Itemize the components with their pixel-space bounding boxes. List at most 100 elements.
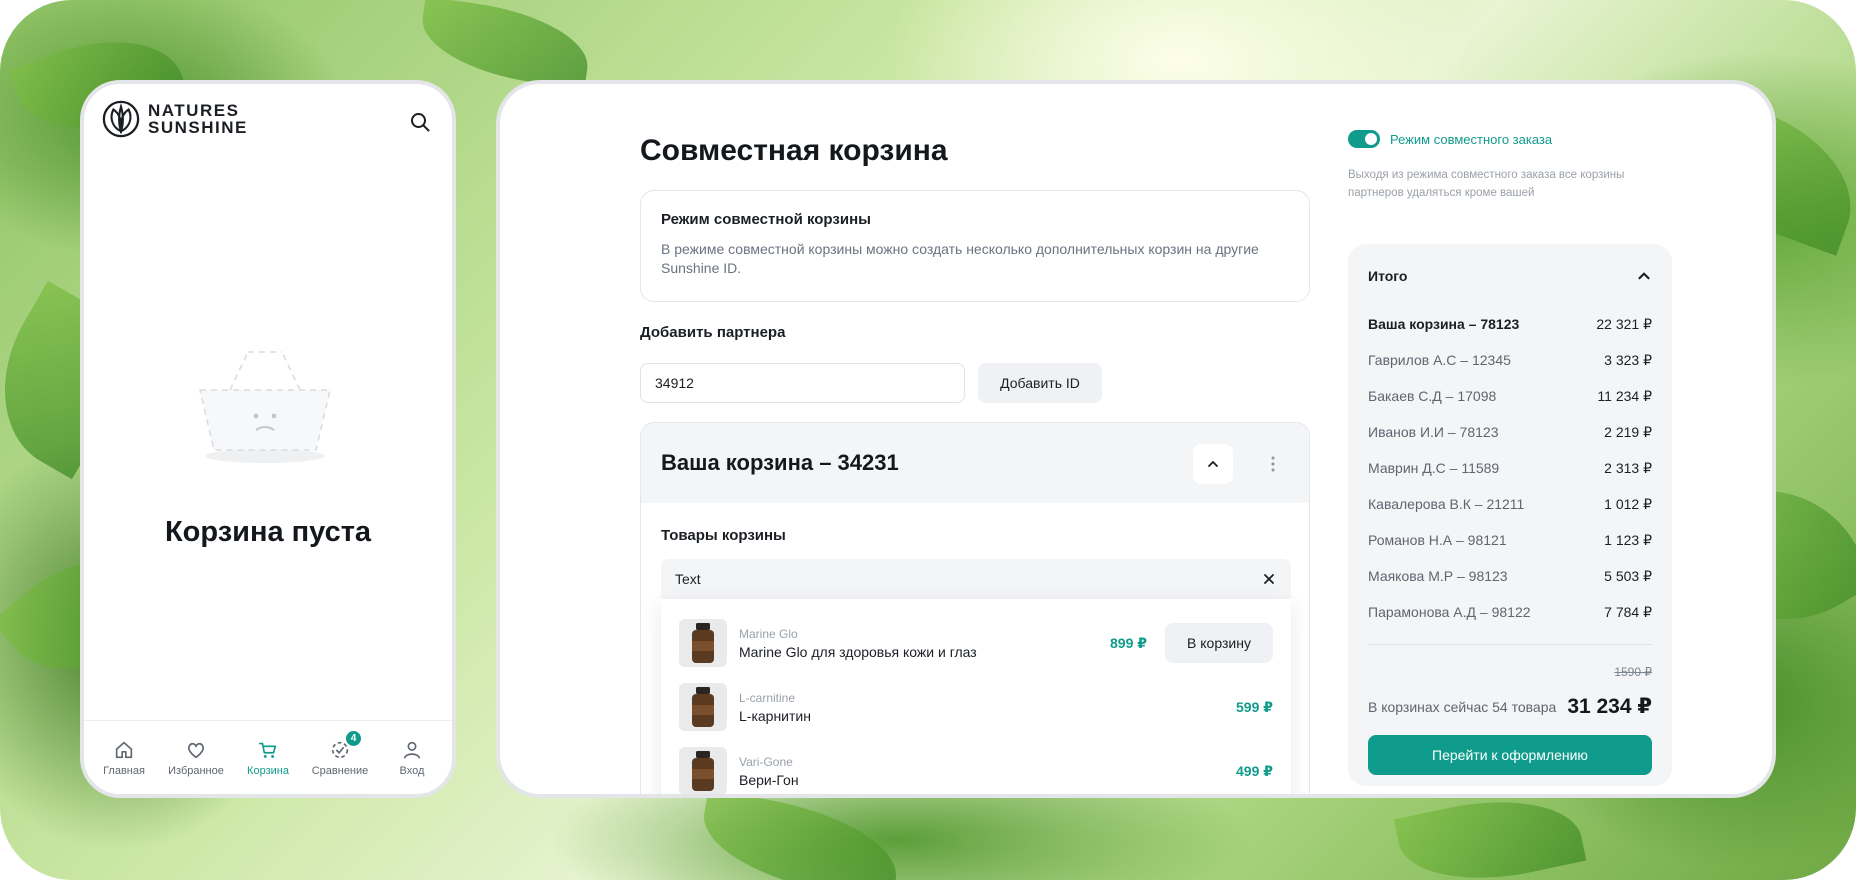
empty-cart-title: Корзина пуста — [164, 516, 372, 548]
joint-order-hint: Выходя из режима совместного заказа все … — [1348, 169, 1625, 199]
product-price: 899 ₽ — [1110, 634, 1147, 651]
brand-line-1: NATURES — [148, 101, 240, 120]
checkout-button[interactable]: Перейти к оформлению — [1368, 735, 1652, 775]
summary-amount: 5 503 ₽ — [1604, 567, 1652, 584]
search-results-dropdown: Marine Glo Marine Glo для здоровья кожи … — [661, 599, 1291, 794]
cart-header: Ваша корзина – 34231 — [641, 423, 1309, 503]
summary-name: Романов Н.А – 98121 — [1368, 532, 1507, 548]
tab-label: Избранное — [168, 764, 224, 777]
summary-row: Гаврилов А.С – 12345 3 323 ₽ — [1368, 342, 1652, 378]
empty-basket-icon — [198, 351, 332, 463]
product-search-input[interactable]: Text — [661, 559, 1291, 599]
joint-order-label: Режим совместного заказа — [1390, 131, 1553, 147]
add-id-button[interactable]: Добавить ID — [978, 363, 1102, 403]
summary-amount: 1 012 ₽ — [1604, 495, 1652, 512]
cart-icon — [258, 742, 277, 758]
product-image — [679, 747, 727, 794]
summary-row: Парамонова А.Д – 98122 7 784 ₽ — [1368, 594, 1652, 630]
search-icon[interactable] — [410, 112, 430, 132]
cart-goods-label: Товары корзины — [661, 527, 786, 544]
product-brand: L-carnitine — [739, 690, 796, 705]
product-brand: Vari-Gone — [739, 754, 793, 769]
leaf-decoration — [694, 789, 906, 880]
summary-amount: 7 784 ₽ — [1604, 603, 1652, 620]
summary-name: Маврин Д.С – 11589 — [1368, 460, 1500, 476]
summary-row: Бакаев С.Д – 17098 11 234 ₽ — [1368, 378, 1652, 414]
summary-amount: 2 313 ₽ — [1604, 459, 1652, 476]
order-summary: Итого Ваша корзина – 78123 22 321 ₽ Гавр… — [1348, 244, 1672, 786]
info-card: Режим совместной корзины В режиме совмес… — [640, 190, 1310, 302]
joint-order-toggle[interactable]: Режим совместного заказа — [1348, 130, 1552, 148]
mobile-screen: NATURES SUNSHINE Корзина пуста Главная И… — [80, 80, 456, 798]
summary-divider — [1368, 644, 1652, 645]
collapse-cart-button[interactable] — [1193, 444, 1233, 484]
partner-id-input[interactable] — [640, 363, 965, 403]
product-row[interactable]: Marine Glo Marine Glo для здоровья кожи … — [661, 611, 1291, 675]
summary-name: Иванов И.И – 78123 — [1368, 424, 1499, 440]
summary-amount: 3 323 ₽ — [1604, 351, 1652, 368]
old-price: 1590 ₽ — [1614, 665, 1652, 679]
summary-amount: 22 321 ₽ — [1596, 315, 1652, 332]
add-partner-label: Добавить партнера — [640, 324, 786, 341]
summary-list: Ваша корзина – 78123 22 321 ₽ Гаврилов А… — [1368, 306, 1652, 630]
tab-home[interactable]: Главная — [88, 739, 160, 777]
bottom-tab-bar: Главная Избранное Корзина 4 Сравнение Вх… — [84, 720, 452, 794]
chevron-up-icon[interactable] — [1636, 268, 1652, 284]
brand-wordmark: NATURES SUNSHINE — [148, 102, 248, 136]
product-name: Marine Glo для здоровья кожи и глаз — [739, 643, 977, 660]
compare-count-badge: 4 — [346, 730, 361, 746]
summary-row: Маврин Д.С – 11589 2 313 ₽ — [1368, 450, 1652, 486]
brand-line-2: SUNSHINE — [148, 118, 248, 137]
main-column: Совместная корзина Режим совместной корз… — [640, 84, 1310, 794]
total-sum: 31 234 ₽ — [1567, 695, 1652, 718]
more-vertical-icon — [1271, 456, 1275, 472]
product-name: Вери-Гон — [739, 771, 799, 788]
summary-header[interactable]: Итого — [1368, 266, 1652, 286]
product-price: 599 ₽ — [1236, 698, 1273, 715]
summary-name: Парамонова А.Д – 98122 — [1368, 604, 1531, 620]
chevron-up-icon — [1208, 460, 1218, 467]
summary-row: Ваша корзина – 78123 22 321 ₽ — [1368, 306, 1652, 342]
summary-name: Кавалерова В.К – 21211 — [1368, 496, 1525, 512]
product-row[interactable]: L-carnitine L-карнитин 599 ₽ — [661, 675, 1291, 739]
heart-icon — [187, 742, 205, 758]
tab-label: Главная — [103, 764, 145, 777]
product-brand: Marine Glo — [739, 626, 798, 641]
clear-icon[interactable] — [1261, 571, 1277, 587]
product-name: L-карнитин — [739, 707, 811, 724]
product-info: Marine Glo Marine Glo для здоровья кожи … — [739, 627, 1098, 660]
home-icon — [115, 741, 133, 758]
brand-logo[interactable]: NATURES SUNSHINE — [102, 100, 248, 138]
toggle-switch[interactable] — [1348, 130, 1380, 148]
close-icon — [1264, 574, 1274, 584]
search-value: Text — [675, 571, 701, 587]
mobile-header: NATURES SUNSHINE — [84, 84, 452, 154]
tab-compare[interactable]: 4 Сравнение — [304, 730, 376, 777]
items-count-text: В корзинах сейчас 54 товара — [1368, 699, 1557, 715]
product-price: 499 ₽ — [1236, 762, 1273, 779]
product-image — [679, 683, 727, 731]
tab-login[interactable]: Вход — [376, 739, 448, 777]
tab-favorites[interactable]: Избранное — [160, 739, 232, 777]
summary-row: Романов Н.А – 98121 1 123 ₽ — [1368, 522, 1652, 558]
user-icon — [403, 741, 421, 759]
desktop-screen: Совместная корзина Режим совместной корз… — [496, 80, 1776, 798]
summary-amount: 2 219 ₽ — [1604, 423, 1652, 440]
side-column: Режим совместного заказа Выходя из режим… — [1348, 84, 1672, 794]
page-title: Совместная корзина — [640, 134, 948, 167]
summary-name: Гаврилов А.С – 12345 — [1368, 352, 1511, 368]
product-row[interactable]: Vari-Gone Вери-Гон 499 ₽ — [661, 739, 1291, 794]
total-row: 1590 ₽ В корзинах сейчас 54 товара 31 23… — [1368, 665, 1652, 721]
summary-row: Кавалерова В.К – 21211 1 012 ₽ — [1368, 486, 1652, 522]
cart-title: Ваша корзина – 34231 — [661, 450, 899, 475]
bottle-icon — [692, 623, 714, 663]
product-info: L-carnitine L-карнитин — [739, 691, 1224, 724]
summary-amount: 1 123 ₽ — [1604, 531, 1652, 548]
summary-name: Ваша корзина – 78123 — [1368, 316, 1520, 332]
add-to-cart-button[interactable]: В корзину — [1165, 623, 1273, 663]
tab-cart[interactable]: Корзина — [232, 739, 304, 777]
cart-menu-button[interactable] — [1263, 444, 1283, 484]
leaf-decoration — [415, 0, 595, 90]
summary-name: Бакаев С.Д – 17098 — [1368, 388, 1497, 404]
summary-row: Маякова М.Р – 98123 5 503 ₽ — [1368, 558, 1652, 594]
